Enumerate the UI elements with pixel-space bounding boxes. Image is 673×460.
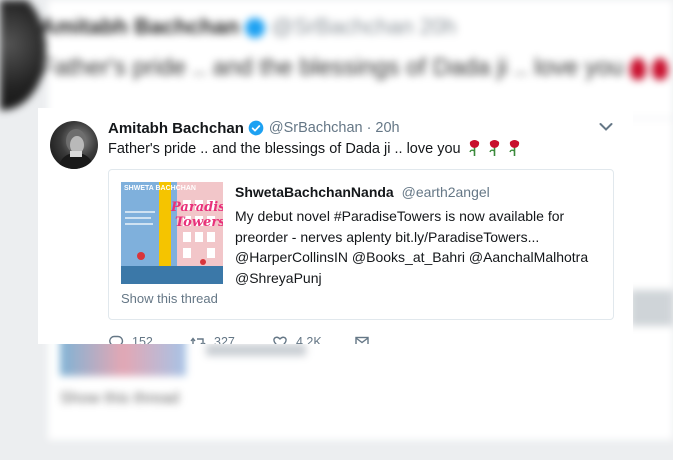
rose-icon [509, 140, 519, 156]
background-show-thread: Show this thread [60, 390, 180, 407]
quoted-display-name[interactable]: ShwetaBachchanNanda [235, 184, 394, 200]
background-display-name: Amitabh Bachchan [40, 14, 240, 39]
quoted-text-line[interactable]: @HarperCollinsIN @Books_at_Bahri @Aancha… [235, 247, 605, 268]
quoted-text-line[interactable]: preorder - nerves aplenty bit.ly/Paradis… [235, 227, 605, 248]
rose-icon [629, 57, 646, 80]
book-cover-title-line1: Paradise [171, 200, 223, 215]
tweet-actions: 152 327 4.2K [108, 332, 378, 344]
background-handle: @SrBachchan [271, 14, 414, 39]
like-button[interactable]: 4.2K [272, 334, 354, 344]
heart-icon [273, 336, 287, 344]
tweet-header: Amitabh Bachchan @SrBachchan · 20h [108, 118, 400, 138]
reply-button[interactable]: 152 [108, 334, 190, 344]
reply-icon [109, 335, 124, 344]
background-tweet-text: Father's pride .. and the blessings of D… [40, 54, 673, 82]
retweet-button[interactable]: 327 [190, 334, 272, 344]
rose-icon [488, 140, 499, 156]
tweet-text: Father's pride .. and the blessings of D… [108, 139, 521, 159]
quoted-header: ShwetaBachchanNanda @earth2angel [235, 184, 490, 200]
rose-icon [468, 140, 479, 156]
like-count: 4.2K [296, 335, 322, 344]
tweet-text-body: Father's pride .. and the blessings of D… [108, 141, 461, 157]
show-this-thread-link[interactable]: Show this thread [121, 291, 218, 306]
background-tweet-header: Amitabh Bachchan @SrBachchan 20h [40, 14, 456, 40]
book-cover-title-line2: Towers [175, 215, 223, 230]
reply-count: 152 [132, 335, 153, 344]
background-fragment [630, 290, 673, 326]
retweet-icon [190, 337, 206, 344]
background-snippet [206, 344, 306, 356]
timestamp[interactable]: 20h [375, 120, 399, 136]
background-time: 20h [419, 14, 457, 39]
verified-badge-icon [248, 120, 264, 136]
book-cover-image[interactable]: SHWETA BACHCHAN Paradise Towers [121, 182, 223, 284]
tweet-card[interactable]: Amitabh Bachchan @SrBachchan · 20h Fathe… [38, 108, 633, 344]
direct-message-button[interactable] [354, 334, 378, 344]
separator-dot: · [366, 120, 372, 136]
background-tweet-text-body: Father's pride .. and the blessings of D… [40, 54, 624, 81]
chevron-down-icon[interactable] [599, 122, 613, 132]
quoted-handle[interactable]: @earth2angel [402, 184, 490, 200]
display-name[interactable]: Amitabh Bachchan [108, 120, 244, 137]
quoted-text-line: My debut novel #ParadiseTowers is now av… [235, 208, 565, 224]
quoted-text: My debut novel #ParadiseTowers is now av… [235, 206, 605, 288]
retweet-count: 327 [214, 335, 235, 344]
background-verified-icon [245, 18, 266, 39]
rose-icon [651, 57, 668, 80]
handle[interactable]: @SrBachchan [269, 120, 363, 136]
avatar[interactable] [50, 121, 98, 169]
envelope-icon [355, 336, 369, 344]
quoted-tweet[interactable]: SHWETA BACHCHAN Paradise Towers ShwetaBa… [108, 169, 614, 320]
quoted-text-line[interactable]: @ShreyaPunj [235, 268, 605, 289]
avatar-portrait-icon [58, 129, 94, 169]
book-cover-author: SHWETA BACHCHAN [124, 185, 196, 192]
